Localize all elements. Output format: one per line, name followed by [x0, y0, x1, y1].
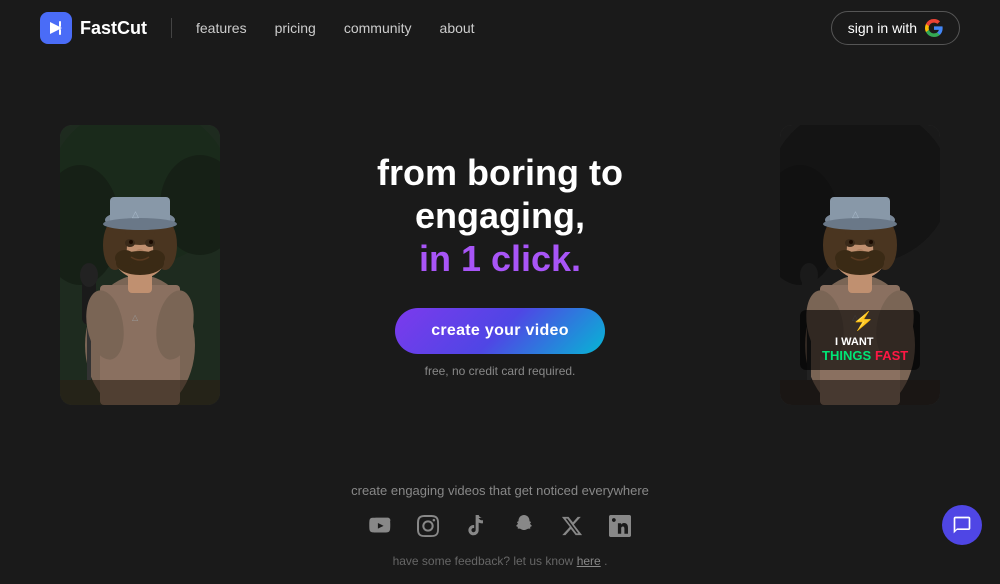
svg-text:△: △	[132, 313, 139, 322]
svg-text:FAST: FAST	[875, 348, 908, 363]
x-icon[interactable]	[556, 510, 588, 542]
nav-pricing[interactable]: pricing	[275, 20, 316, 36]
headline-line1: from boring to engaging,	[377, 152, 623, 236]
sign-in-button[interactable]: sign in with	[831, 11, 960, 45]
feedback-label: have some feedback? let us know	[393, 554, 574, 568]
svg-text:⚡: ⚡	[852, 310, 874, 332]
google-icon	[925, 19, 943, 37]
tiktok-icon[interactable]	[460, 510, 492, 542]
bottom-tagline: create engaging videos that get noticed …	[0, 483, 1000, 498]
hero-content: from boring to engaging, in 1 click. cre…	[300, 151, 700, 379]
feedback-period: .	[604, 554, 607, 568]
nav-features[interactable]: features	[196, 20, 247, 36]
nav-about[interactable]: about	[440, 20, 475, 36]
left-video-card: △ △	[60, 125, 220, 405]
chat-bubble-button[interactable]	[942, 505, 982, 545]
social-icons-row	[0, 510, 1000, 542]
navbar: FastCut features pricing community about…	[0, 0, 1000, 56]
instagram-icon[interactable]	[412, 510, 444, 542]
left-video-thumbnail: △ △	[60, 125, 220, 405]
feedback-text: have some feedback? let us know here .	[0, 554, 1000, 568]
right-video-thumbnail: △ △	[780, 125, 940, 405]
nav-divider	[171, 18, 172, 38]
nav-links: features pricing community about	[196, 20, 831, 36]
cta-subtext: free, no credit card required.	[300, 364, 700, 378]
snapchat-icon[interactable]	[508, 510, 540, 542]
logo-icon	[40, 12, 72, 44]
headline: from boring to engaging, in 1 click.	[300, 151, 700, 281]
bottom-section: create engaging videos that get noticed …	[0, 473, 1000, 584]
feedback-link[interactable]: here	[577, 554, 601, 568]
sign-in-label: sign in with	[848, 20, 917, 36]
svg-text:I WANT: I WANT	[835, 336, 874, 348]
brand-name: FastCut	[80, 18, 147, 39]
nav-community[interactable]: community	[344, 20, 412, 36]
logo[interactable]: FastCut	[40, 12, 147, 44]
svg-text:△: △	[852, 209, 859, 219]
svg-text:△: △	[132, 209, 139, 219]
create-video-button[interactable]: create your video	[395, 308, 605, 354]
linkedin-icon[interactable]	[604, 510, 636, 542]
right-video-card: △ △	[780, 125, 940, 405]
main-content: △ △	[0, 56, 1000, 473]
svg-text:THINGS: THINGS	[822, 348, 871, 363]
youtube-icon[interactable]	[364, 510, 396, 542]
headline-line2: in 1 click.	[419, 238, 581, 279]
